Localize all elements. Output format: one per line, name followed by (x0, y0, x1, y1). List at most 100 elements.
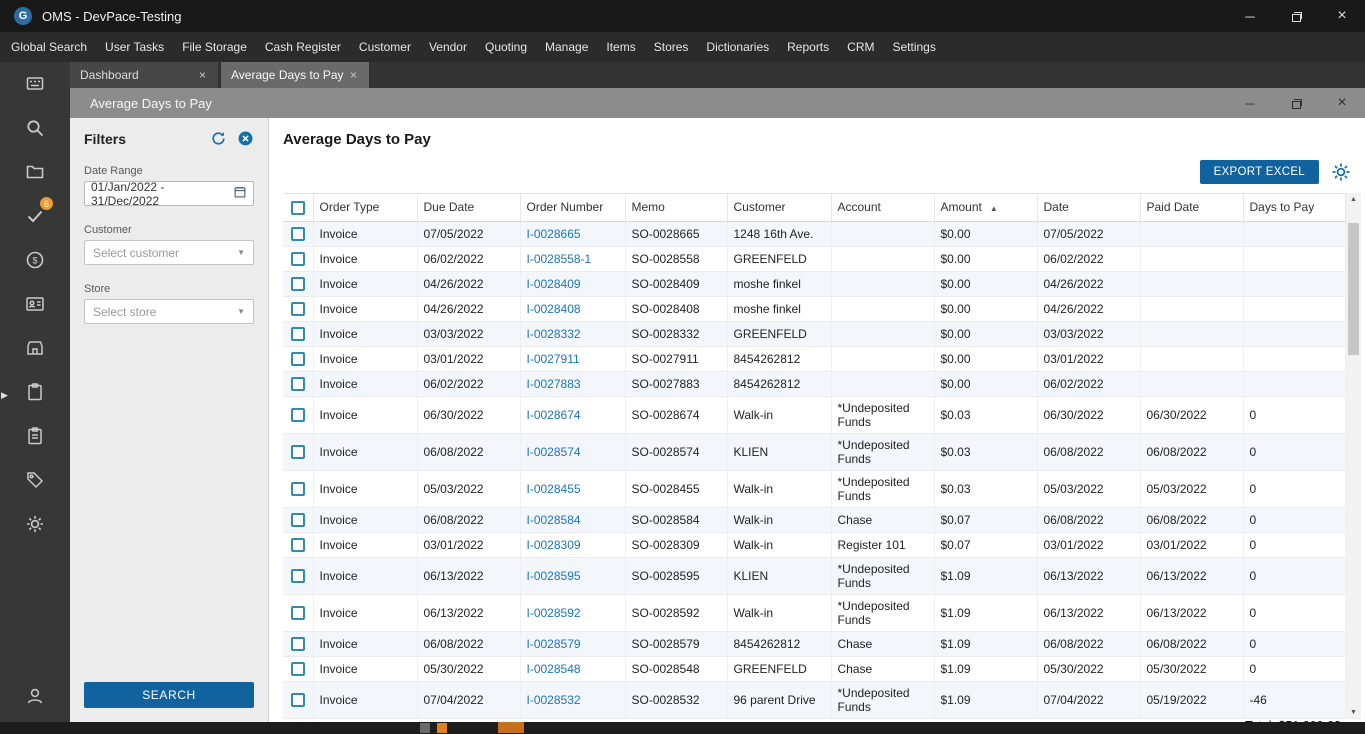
scrollbar-thumb[interactable] (1348, 223, 1359, 355)
menu-cash-register[interactable]: Cash Register (256, 32, 350, 62)
close-button[interactable]: × (1319, 0, 1365, 32)
menu-manage[interactable]: Manage (536, 32, 597, 62)
restore-button[interactable] (1273, 0, 1319, 32)
order-number-link[interactable]: I-0028558-1 (520, 246, 626, 272)
col-order-number[interactable]: Order Number (520, 193, 626, 222)
tag-icon[interactable] (0, 458, 70, 502)
order-number-link[interactable]: I-0028332 (520, 321, 626, 347)
clipboard-list-icon[interactable] (0, 414, 70, 458)
col-date[interactable]: Date (1037, 193, 1141, 222)
order-number-link[interactable]: I-0028584 (520, 507, 626, 533)
menu-vendor[interactable]: Vendor (420, 32, 476, 62)
order-number-link[interactable]: I-0028595 (520, 557, 626, 595)
menu-user-tasks[interactable]: User Tasks (96, 32, 173, 62)
menu-file-storage[interactable]: File Storage (173, 32, 256, 62)
tab-dashboard[interactable]: Dashboard × (70, 62, 218, 88)
row-checkbox[interactable] (290, 327, 305, 342)
contacts-icon[interactable] (0, 282, 70, 326)
row-checkbox[interactable] (290, 662, 305, 677)
date-range-input[interactable]: 01/Jan/2022 - 31/Dec/2022 (84, 180, 254, 208)
gear-icon[interactable] (0, 502, 70, 546)
refresh-icon[interactable] (210, 130, 227, 147)
col-order-type[interactable]: Order Type (313, 193, 418, 222)
window-titlebar[interactable]: G OMS - DevPace-Testing ─ × (0, 0, 1365, 32)
store-select[interactable]: Select store ▼ (84, 299, 254, 324)
row-checkbox[interactable] (290, 252, 305, 267)
folder-icon[interactable] (0, 150, 70, 194)
col-paid-date[interactable]: Paid Date (1140, 193, 1244, 222)
inner-close-button[interactable]: × (1319, 88, 1365, 118)
export-excel-button[interactable]: EXPORT EXCEL (1199, 160, 1319, 184)
order-number-link[interactable]: I-0028579 (520, 631, 626, 657)
row-checkbox[interactable] (290, 302, 305, 317)
row-checkbox[interactable] (290, 227, 305, 242)
menu-customer[interactable]: Customer (350, 32, 420, 62)
customer-select[interactable]: Select customer ▼ (84, 240, 254, 265)
select-all-checkbox[interactable] (290, 200, 305, 215)
col-memo[interactable]: Memo (625, 193, 728, 222)
row-checkbox[interactable] (290, 569, 305, 584)
menu-settings[interactable]: Settings (883, 32, 944, 62)
menu-global-search[interactable]: Global Search (2, 32, 96, 62)
row-checkbox[interactable] (290, 693, 305, 708)
grid-settings-gear-icon[interactable] (1331, 162, 1351, 182)
row-checkbox[interactable] (290, 277, 305, 292)
col-due-date[interactable]: Due Date (417, 193, 521, 222)
taskbar-icon[interactable] (498, 722, 524, 733)
col-customer[interactable]: Customer (727, 193, 832, 222)
taskbar-icon[interactable] (420, 723, 430, 733)
order-number-link[interactable]: I-0028548 (520, 656, 626, 682)
col-amount[interactable]: Amount ▲ (934, 193, 1038, 222)
order-number-link[interactable]: I-0028574 (520, 433, 626, 471)
scroll-down-icon[interactable]: ▼ (1346, 706, 1361, 719)
order-number-link[interactable]: I-0028532 (520, 681, 626, 719)
search-icon[interactable] (0, 106, 70, 150)
order-number-link[interactable]: I-0028409 (520, 271, 626, 297)
taskbar-icon[interactable] (437, 723, 447, 733)
inner-window-titlebar[interactable]: Average Days to Pay ─ × (70, 88, 1365, 118)
vertical-scrollbar[interactable]: ▲ ▼ (1346, 193, 1361, 719)
sidebar-expand-icon[interactable]: ▶ (1, 390, 8, 401)
row-checkbox[interactable] (290, 513, 305, 528)
store-icon[interactable] (0, 326, 70, 370)
user-icon[interactable] (0, 674, 70, 718)
menu-reports[interactable]: Reports (778, 32, 838, 62)
clear-filters-icon[interactable] (237, 130, 254, 147)
order-number-link[interactable]: I-0028408 (520, 296, 626, 322)
dashboard-icon[interactable] (0, 62, 70, 106)
inner-restore-button[interactable] (1273, 88, 1319, 118)
row-checkbox[interactable] (290, 538, 305, 553)
order-number-link[interactable]: I-0028592 (520, 594, 626, 632)
menu-crm[interactable]: CRM (838, 32, 883, 62)
row-checkbox[interactable] (290, 482, 305, 497)
search-button[interactable]: SEARCH (84, 682, 254, 708)
col-account[interactable]: Account (831, 193, 935, 222)
order-number-link[interactable]: I-0028455 (520, 470, 626, 508)
menu-items[interactable]: Items (597, 32, 644, 62)
tasks-icon[interactable]: 6 (0, 194, 70, 238)
money-icon[interactable]: $ (0, 238, 70, 282)
orders-icon[interactable] (0, 370, 70, 414)
calendar-icon[interactable] (233, 185, 247, 202)
row-checkbox[interactable] (290, 352, 305, 367)
row-checkbox[interactable] (290, 445, 305, 460)
row-checkbox[interactable] (290, 408, 305, 423)
order-number-link[interactable]: I-0027911 (520, 346, 626, 372)
order-number-link[interactable]: I-0028665 (520, 221, 626, 247)
minimize-button[interactable]: ─ (1227, 0, 1273, 32)
row-checkbox[interactable] (290, 377, 305, 392)
order-number-link[interactable]: I-0027883 (520, 371, 626, 397)
menu-quoting[interactable]: Quoting (476, 32, 536, 62)
order-number-link[interactable]: I-0028309 (520, 532, 626, 558)
inner-minimize-button[interactable]: ─ (1227, 88, 1273, 118)
row-checkbox[interactable] (290, 637, 305, 652)
menu-stores[interactable]: Stores (645, 32, 698, 62)
tab-average-days-to-pay[interactable]: Average Days to Pay × (221, 62, 369, 88)
col-days-to-pay[interactable]: Days to Pay (1243, 193, 1346, 222)
scroll-up-icon[interactable]: ▲ (1346, 193, 1361, 206)
tab-close-icon[interactable]: × (197, 68, 208, 82)
tab-close-icon[interactable]: × (348, 68, 359, 82)
order-number-link[interactable]: I-0028674 (520, 396, 626, 434)
menu-dictionaries[interactable]: Dictionaries (697, 32, 778, 62)
row-checkbox[interactable] (290, 606, 305, 621)
